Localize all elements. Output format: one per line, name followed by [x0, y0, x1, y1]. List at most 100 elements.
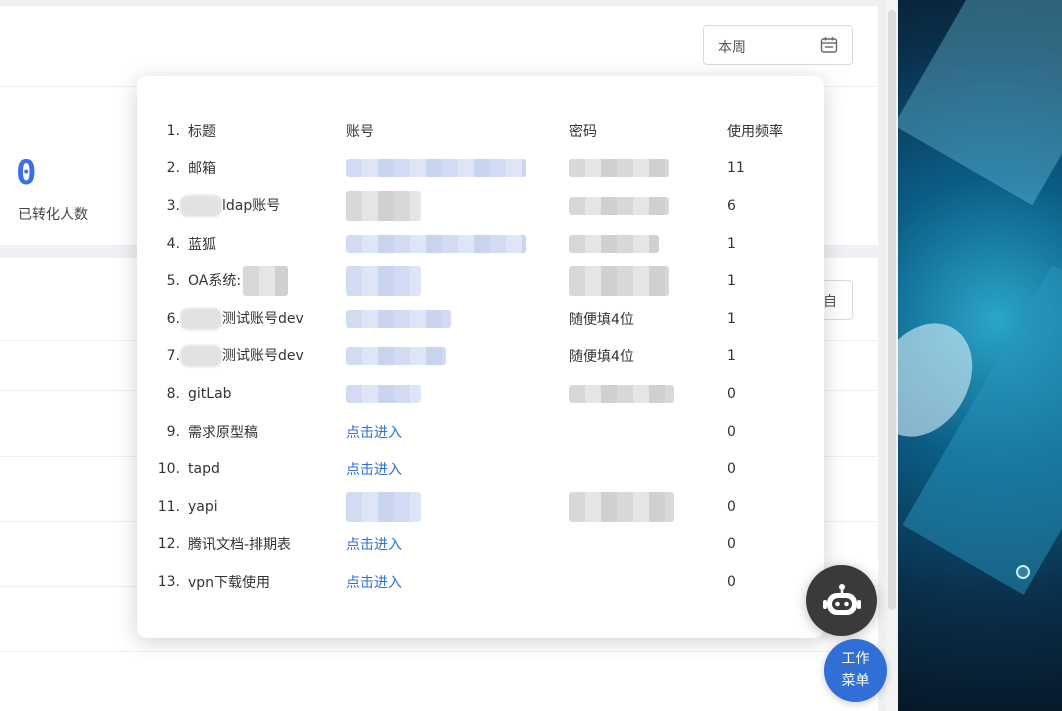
- page-scrollbar[interactable]: [886, 0, 898, 711]
- row-account[interactable]: 点击进入: [346, 462, 402, 478]
- redacted-mask: [346, 384, 421, 403]
- row-title: yapi: [188, 498, 218, 515]
- work-menu-button[interactable]: 工作 菜单: [824, 639, 887, 702]
- row-frequency-cell: 0: [727, 526, 807, 564]
- column-header-password: 密码: [569, 123, 597, 140]
- row-password-cell: [569, 413, 727, 451]
- assistant-bot-button[interactable]: [806, 565, 877, 636]
- work-menu-label-line2: 菜单: [841, 673, 870, 689]
- row-number-cell: 8.: [145, 375, 188, 413]
- row-account[interactable]: 点击进入: [346, 575, 402, 591]
- row-frequency-cell: 1: [727, 338, 807, 376]
- row-frequency-cell: 0: [727, 413, 807, 451]
- row-frequency: 1: [727, 348, 736, 365]
- row-title: tapd: [188, 461, 220, 478]
- table-row: 7. 测试账号dev 随便填4位 1: [145, 338, 807, 376]
- wallpaper-bubble: [1016, 565, 1030, 579]
- row-number: 9.: [166, 423, 180, 440]
- table-row: 9. 需求原型稿 点击进入 0: [145, 413, 807, 451]
- redacted-mask: [346, 309, 451, 328]
- row-number-cell: 5.: [145, 262, 188, 300]
- row-title-cell: 邮箱: [188, 150, 346, 188]
- wallpaper-shard: [898, 0, 1062, 206]
- row-frequency-cell: 0: [727, 488, 807, 526]
- row-password-cell: [569, 262, 727, 300]
- redacted-mask: [346, 159, 526, 178]
- row-number-cell: 4.: [145, 225, 188, 263]
- row-account[interactable]: 点击进入: [346, 425, 402, 441]
- work-menu-label-line1: 工作: [841, 651, 870, 667]
- row-password-cell: [569, 488, 727, 526]
- row-title: 需求原型稿: [188, 424, 258, 441]
- row-password-cell: [569, 225, 727, 263]
- redacted-mask: [180, 307, 222, 330]
- row-account-cell: [346, 300, 569, 338]
- scrollbar-thumb[interactable]: [888, 10, 896, 610]
- table-row: 8. gitLab 0: [145, 375, 807, 413]
- row-frequency: 0: [727, 423, 736, 440]
- table-row: 10. tapd 点击进入 0: [145, 450, 807, 488]
- row-account-cell: 点击进入: [346, 526, 569, 564]
- row-frequency: 0: [727, 385, 736, 402]
- row-number-cell: 9.: [145, 413, 188, 451]
- account-table: 1. 标题 账号 密码 使用频率 2. 邮箱 11 3. ldap账号 6 4. 蓝狐 1 5. OA系统: 1…: [145, 112, 807, 601]
- row-password-cell: 随便填4位: [569, 338, 727, 376]
- redacted-mask: [569, 266, 669, 297]
- table-row: 2. 邮箱 11: [145, 150, 807, 188]
- table-header-row: 1. 标题 账号 密码 使用频率: [145, 112, 807, 150]
- redacted-mask: [569, 196, 669, 215]
- row-title-cell: vpn下载使用: [188, 563, 346, 601]
- row-frequency: 1: [727, 235, 736, 252]
- row-title-cell: gitLab: [188, 375, 346, 413]
- row-frequency: 0: [727, 573, 736, 590]
- row-number: 12.: [157, 536, 180, 553]
- row-title: vpn下载使用: [188, 574, 271, 591]
- table-row: 12. 腾讯文档-排期表 点击进入 0: [145, 526, 807, 564]
- row-number-cell: 1.: [145, 112, 188, 150]
- row-title: 蓝狐: [188, 236, 216, 253]
- row-frequency-cell: 0: [727, 563, 807, 601]
- row-number: 3.: [166, 197, 180, 214]
- row-account-cell: 点击进入: [346, 413, 569, 451]
- row-account-cell: [346, 225, 569, 263]
- date-picker-button-label: 自: [823, 294, 837, 310]
- table-row: 6. 测试账号dev 随便填4位 1: [145, 300, 807, 338]
- row-frequency-cell: 使用频率: [727, 112, 807, 150]
- redacted-mask: [346, 234, 526, 253]
- row-number-cell: 2.: [145, 150, 188, 188]
- redacted-mask: [346, 491, 421, 522]
- row-title: 测试账号dev: [222, 348, 304, 365]
- row-account-cell: [346, 338, 569, 376]
- row-account[interactable]: 点击进入: [346, 537, 402, 553]
- table-row: 4. 蓝狐 1: [145, 225, 807, 263]
- table-row: 5. OA系统: 1: [145, 262, 807, 300]
- row-title-cell: tapd: [188, 450, 346, 488]
- row-title: gitLab: [188, 385, 232, 402]
- date-range-picker[interactable]: 本周: [703, 25, 853, 65]
- row-title-cell: yapi: [188, 488, 346, 526]
- row-title: 腾讯文档-排期表: [188, 537, 292, 554]
- row-frequency: 0: [727, 461, 736, 478]
- row-title-cell: ldap账号: [180, 187, 346, 225]
- converted-count-value: 0: [16, 153, 37, 193]
- row-frequency: 1: [727, 310, 736, 327]
- row-number: 7.: [166, 348, 180, 365]
- row-title: 测试账号dev: [222, 310, 304, 327]
- row-title: 邮箱: [188, 161, 216, 178]
- row-number-cell: 11.: [145, 488, 188, 526]
- row-frequency: 6: [727, 197, 736, 214]
- row-frequency-cell: 1: [727, 300, 807, 338]
- wallpaper-image: [898, 0, 1062, 711]
- row-account-cell: [346, 150, 569, 188]
- redacted-mask: [569, 234, 659, 253]
- converted-count-label: 已转化人数: [18, 207, 88, 223]
- redacted-mask: [346, 266, 421, 297]
- row-title-cell: 测试账号dev: [180, 300, 346, 338]
- redacted-mask: [180, 345, 222, 368]
- row-number: 10.: [157, 461, 180, 478]
- row-title-cell: OA系统:: [188, 262, 346, 300]
- row-number: 5.: [166, 273, 180, 290]
- row-password-cell: [569, 563, 727, 601]
- row-frequency-cell: 0: [727, 450, 807, 488]
- row-divider: [0, 651, 878, 652]
